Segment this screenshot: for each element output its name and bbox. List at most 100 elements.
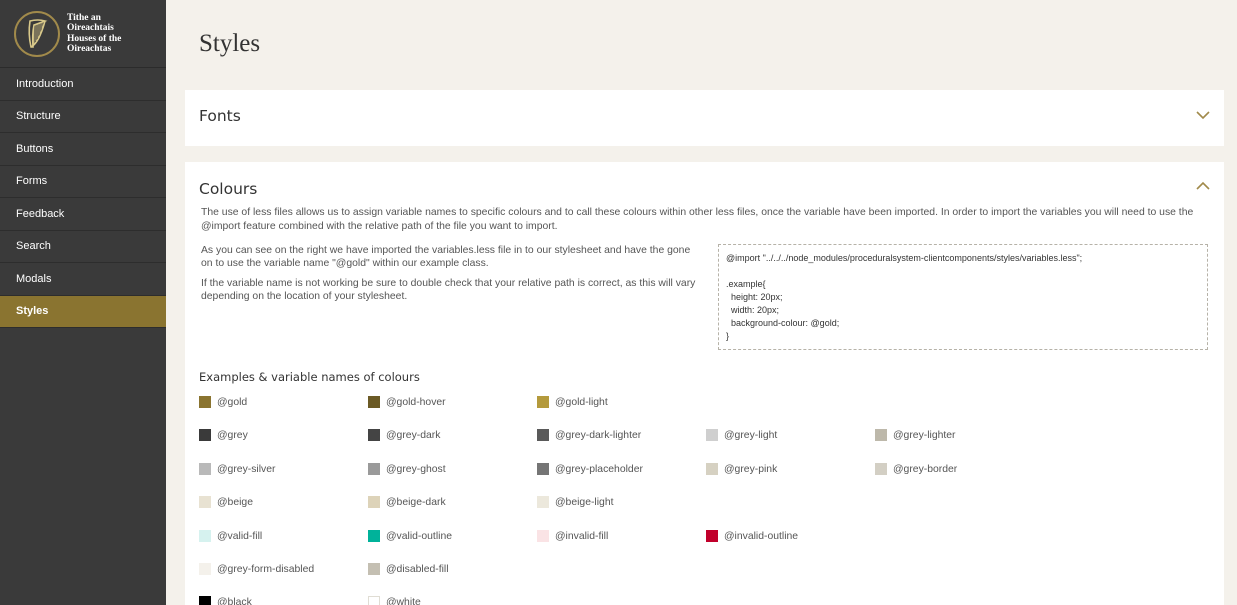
colour-swatch-item: @gold-hover [368, 396, 446, 408]
logo[interactable]: Tithe an Oireachtais Houses of the Oirea… [0, 0, 166, 68]
nav-item-styles[interactable]: Styles [0, 295, 166, 328]
examples-title: Examples & variable names of colours [199, 370, 420, 384]
nav-item-structure[interactable]: Structure [0, 101, 166, 133]
colour-swatch-item: @grey-ghost [368, 463, 446, 475]
colour-swatch-label: @grey-lighter [893, 429, 956, 441]
colour-swatch [368, 563, 380, 575]
colour-swatch-item: @gold [199, 396, 247, 408]
colour-swatch [199, 429, 211, 441]
colour-swatch-item: @gold-light [537, 396, 608, 408]
chevron-up-icon[interactable] [1196, 181, 1210, 191]
colour-swatch-item: @grey [199, 429, 248, 441]
sidebar: Tithe an Oireachtais Houses of the Oirea… [0, 0, 166, 605]
colour-swatch [537, 396, 549, 408]
colour-swatch-label: @grey-dark-lighter [555, 429, 642, 441]
colour-swatch-label: @grey-light [724, 429, 778, 441]
colour-swatch [368, 463, 380, 475]
colour-swatch [537, 463, 549, 475]
colour-swatch-item: @invalid-fill [537, 530, 608, 542]
fonts-panel-title: Fonts [199, 107, 241, 125]
fonts-panel[interactable]: Fonts [185, 90, 1224, 146]
colour-swatch-item: @beige [199, 496, 253, 508]
colour-swatch-item: @grey-lighter [875, 429, 956, 441]
colour-swatch-item: @black [199, 596, 252, 605]
colour-swatch [199, 463, 211, 475]
colour-swatch-item: @valid-fill [199, 530, 262, 542]
colour-swatch [199, 563, 211, 575]
nav-item-search[interactable]: Search [0, 231, 166, 263]
colour-swatch [537, 530, 549, 542]
colour-swatch-item: @white [368, 596, 421, 605]
colour-swatch-label: @white [386, 596, 421, 605]
nav-item-label: Styles [16, 305, 49, 318]
chevron-down-icon[interactable] [1196, 110, 1210, 120]
colour-swatch [875, 429, 887, 441]
colour-swatch-label: @gold [217, 396, 248, 408]
colours-panel-title: Colours [199, 180, 258, 198]
colour-swatch-label: @grey-dark [386, 429, 441, 441]
nav-item-label: Forms [16, 175, 48, 188]
colour-swatch-item: @beige-dark [368, 496, 446, 508]
colour-swatch-label: @grey-border [893, 463, 958, 475]
colour-swatch [706, 463, 718, 475]
colour-swatch-label: @invalid-outline [724, 530, 799, 542]
colour-swatch [875, 463, 887, 475]
colour-swatch [199, 596, 211, 605]
colour-swatch-item: @valid-outline [368, 530, 452, 542]
colours-intro-text: The use of less files allows us to assig… [201, 207, 1194, 232]
logo-line-2: Oireachtais [67, 23, 114, 33]
logo-line-3: Houses of the [67, 33, 122, 44]
colour-swatch-label: @grey [217, 429, 248, 441]
colour-swatch [368, 396, 380, 408]
colour-swatch-label: @beige-light [555, 496, 614, 508]
logo-text: Tithe an Oireachtais Houses of the Oirea… [67, 13, 121, 55]
colour-swatch-label: @valid-outline [386, 530, 452, 542]
colour-swatch-label: @valid-fill [217, 530, 263, 542]
nav-item-forms[interactable]: Forms [0, 166, 166, 198]
page-title: Styles [199, 30, 261, 57]
colour-swatch [199, 396, 211, 408]
nav-item-feedback[interactable]: Feedback [0, 198, 166, 231]
colour-swatch-label: @disabled-fill [386, 563, 449, 575]
colour-swatch-item: @grey-border [875, 463, 957, 475]
nav-item-label: Search [16, 240, 51, 253]
nav-item-introduction[interactable]: Introduction [0, 68, 166, 101]
colour-swatch-item: @grey-light [706, 429, 777, 441]
colour-swatch-label: @beige [217, 496, 253, 508]
colour-swatch [368, 496, 380, 508]
nav-item-label: Buttons [16, 142, 54, 155]
colour-swatch [368, 596, 380, 605]
colour-swatch-item: @grey-form-disabled [199, 563, 314, 575]
nav-item-label: Modals [16, 272, 52, 285]
colour-swatch-item: @grey-pink [706, 463, 777, 475]
logo-line-4: Oireachtas [67, 44, 112, 54]
colour-swatch-item: @invalid-outline [706, 530, 798, 542]
colours-explanation-text: As you can see on the right we have impo… [201, 245, 691, 269]
colour-swatch [199, 530, 211, 542]
nav-item-label: Feedback [16, 207, 65, 220]
colours-panel: Colours The use of less files allows us … [185, 162, 1224, 605]
colour-swatch [706, 530, 718, 542]
colour-swatch-item: @grey-placeholder [537, 463, 643, 475]
nav-item-modals[interactable]: Modals [0, 263, 166, 296]
colour-swatch-label: @black [217, 596, 252, 605]
harp-icon [14, 10, 60, 57]
colour-swatch-label: @grey-form-disabled [217, 563, 315, 575]
colour-swatch-label: @grey-ghost [386, 463, 446, 475]
main-content: Styles Fonts Colours The use of less fil… [166, 0, 1237, 605]
colour-swatch-item: @grey-silver [199, 463, 275, 475]
colour-swatch-label: @gold-hover [386, 396, 446, 408]
colour-swatch-item: @grey-dark [368, 429, 440, 441]
colour-swatch [537, 496, 549, 508]
colour-swatch-item: @beige-light [537, 496, 614, 508]
colour-swatch-label: @invalid-fill [555, 530, 609, 542]
colour-swatch [368, 429, 380, 441]
colour-swatch [706, 429, 718, 441]
colour-swatch-item: @grey-dark-lighter [537, 429, 641, 441]
nav-item-buttons[interactable]: Buttons [0, 133, 166, 166]
colour-swatch-label: @grey-placeholder [555, 463, 643, 475]
colour-swatch-label: @gold-light [555, 396, 608, 408]
colour-swatch-label: @grey-silver [217, 463, 276, 475]
colour-swatch-label: @beige-dark [386, 496, 446, 508]
logo-line-1: Tithe an [67, 12, 101, 23]
